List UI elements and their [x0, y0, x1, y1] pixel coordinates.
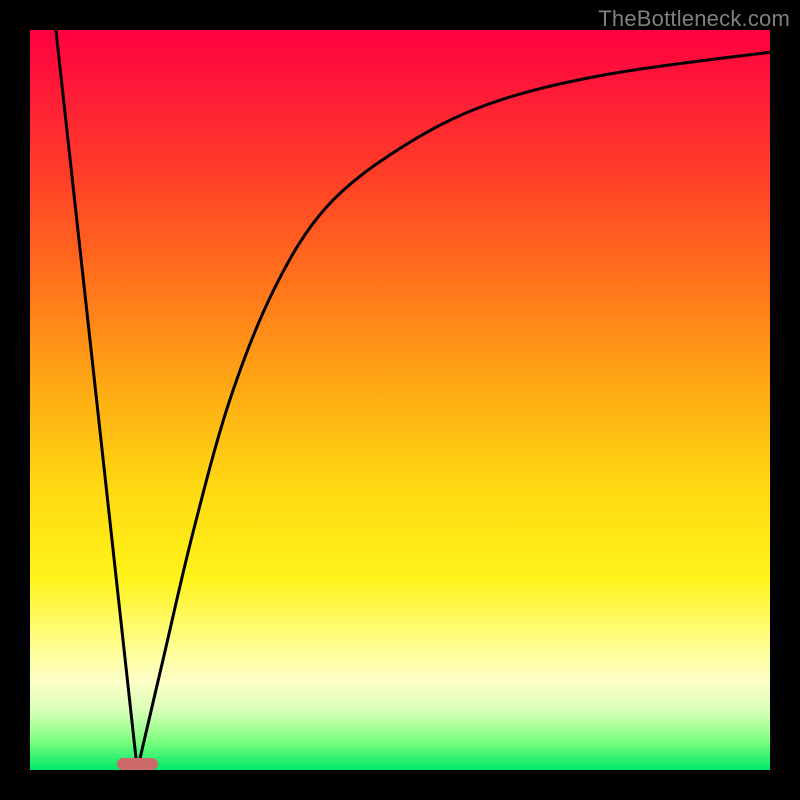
watermark-text: TheBottleneck.com: [598, 6, 790, 32]
optimal-marker: [117, 758, 158, 770]
bottleneck-curve: [30, 30, 770, 770]
chart-frame: TheBottleneck.com: [0, 0, 800, 800]
plot-area: [30, 30, 770, 770]
